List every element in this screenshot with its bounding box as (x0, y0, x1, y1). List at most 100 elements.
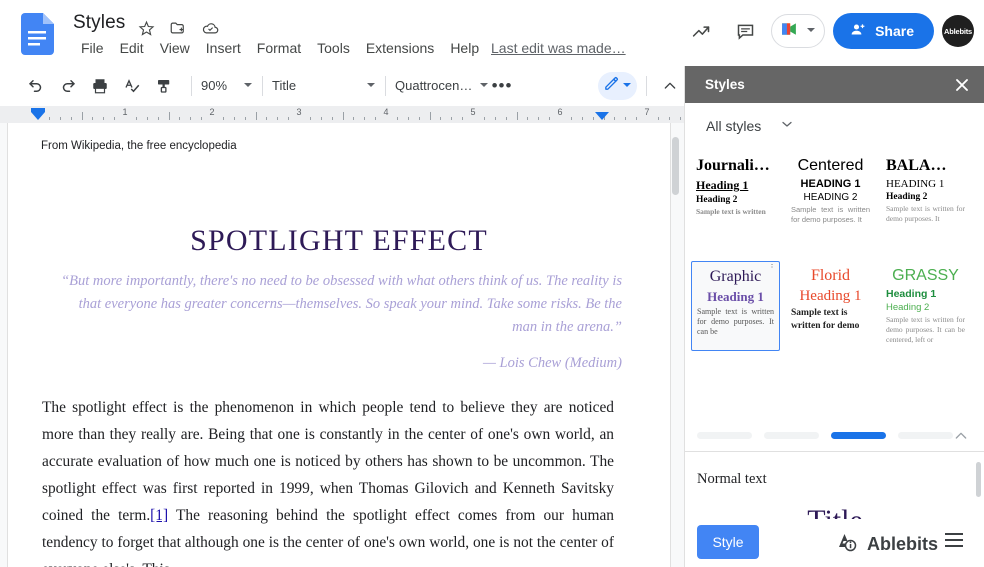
menu-item-file[interactable]: File (73, 38, 112, 58)
style-card[interactable]: Centered HEADING 1 HEADING 2 Sample text is… (786, 151, 875, 241)
chevron-down-icon (366, 77, 376, 95)
menu-item-insert[interactable]: Insert (198, 38, 249, 58)
google-meet-button[interactable] (771, 14, 826, 48)
document-vertical-scrollbar[interactable] (672, 137, 679, 195)
share-button[interactable]: Share (833, 13, 934, 49)
style-card-heading1: Heading 1 (696, 178, 749, 192)
ruler-tick (429, 112, 431, 120)
style-card-name: Florid (810, 267, 851, 284)
style-card-name: Centered (797, 157, 864, 174)
toolbar: 90% Title Quattrocen… ••• (0, 66, 684, 106)
hamburger-icon[interactable] (945, 533, 963, 551)
menu-item-tools[interactable]: Tools (309, 38, 358, 58)
ruler-tick (505, 117, 507, 120)
paint-format-icon[interactable] (150, 72, 178, 100)
ruler-tick (668, 117, 670, 120)
chevron-down-icon (781, 117, 793, 135)
pager-dot[interactable] (697, 432, 752, 439)
pager-dot[interactable] (898, 432, 953, 439)
style-card-sample-text: Sample text is written for demo purposes… (791, 205, 870, 224)
ruler-tick (592, 117, 594, 120)
ruler-tick (494, 117, 496, 120)
ruler-tick (201, 117, 203, 120)
ruler-number: 6 (557, 107, 563, 117)
document-scroll-area: From Wikipedia, the free encyclopedia SP… (0, 123, 684, 567)
menu-item-format[interactable]: Format (249, 38, 309, 58)
menu-item-edit[interactable]: Edit (112, 38, 152, 58)
left-indent-marker[interactable] (31, 112, 45, 120)
citation-link[interactable]: [1] (150, 507, 168, 524)
preview-vertical-scrollbar[interactable] (976, 462, 981, 497)
menu-item-view[interactable]: View (152, 38, 198, 58)
pager-dot[interactable] (831, 432, 886, 439)
font-selector[interactable]: Quattrocen… (395, 77, 489, 95)
ruler-tick (407, 117, 409, 120)
zoom-value: 90% (201, 78, 228, 93)
ablebits-logo-icon (836, 531, 860, 558)
pager-dot[interactable] (764, 432, 819, 439)
right-indent-marker[interactable] (595, 112, 609, 120)
toolbar-divider (262, 75, 263, 96)
menu-item-extensions[interactable]: Extensions (358, 38, 442, 58)
pager-collapse-icon[interactable] (953, 428, 969, 449)
body-paragraph: The spotlight effect is the phenomenon i… (42, 394, 614, 567)
ruler-tick (244, 117, 246, 120)
pull-quote: “But more importantly, there's no need t… (61, 273, 622, 335)
ruler-tick (483, 117, 485, 120)
document-title[interactable]: Styles (73, 12, 125, 34)
redo-icon[interactable] (54, 72, 82, 100)
editing-mode-button[interactable] (598, 71, 637, 100)
spell-check-icon[interactable] (118, 72, 146, 100)
ruler-tick (353, 117, 355, 120)
move-to-folder-icon[interactable] (168, 18, 188, 38)
cloud-saved-icon[interactable] (200, 18, 220, 38)
first-line-indent-marker[interactable] (31, 108, 45, 112)
style-card[interactable]: ⋮ Graphic Heading 1 Sample text is written … (691, 261, 780, 351)
paragraph-style-value: Title (272, 78, 297, 93)
style-cards-grid: Journali… Heading 1 Heading 2 Sample text i… (685, 151, 984, 419)
trending-up-icon[interactable] (683, 13, 719, 49)
print-icon[interactable] (86, 72, 114, 100)
more-options-button[interactable]: ••• (489, 73, 515, 99)
avatar[interactable]: Ablebits (942, 15, 974, 47)
undo-icon[interactable] (22, 72, 50, 100)
ruler-tick (92, 117, 94, 120)
ruler[interactable]: 1 2 3 4 5 6 7 (0, 106, 684, 123)
ruler-tick (168, 112, 170, 120)
collapse-menus-button[interactable] (656, 72, 684, 100)
style-card-name: BALA… (886, 157, 947, 174)
ruler-tick (222, 117, 224, 120)
ruler-tick (451, 117, 453, 120)
panel-title: Styles (705, 77, 745, 92)
style-card[interactable]: BALA… HEADING 1 Heading 2 Sample text is wr… (881, 151, 970, 241)
ruler-number: 2 (209, 107, 215, 117)
zoom-selector[interactable]: 90% (201, 77, 253, 95)
style-card[interactable]: Journali… Heading 1 Heading 2 Sample text i… (691, 151, 780, 241)
star-icon[interactable] (136, 18, 156, 38)
ruler-tick (342, 112, 344, 120)
paragraph-style-selector[interactable]: Title (272, 77, 376, 95)
menu-item-help[interactable]: Help (442, 38, 487, 58)
ruler-tick (103, 117, 105, 120)
card-more-icon[interactable]: ⋮ (768, 262, 776, 269)
apply-style-button[interactable]: Style (697, 525, 759, 559)
style-pager (685, 421, 984, 451)
ruler-tick (440, 117, 442, 120)
styles-panel: Styles All styles Journali… Heading 1 Head… (684, 66, 984, 567)
style-card-heading2: HEADING 2 (803, 192, 858, 203)
last-edit-link[interactable]: Last edit was made… (491, 40, 626, 56)
ruler-tick (190, 117, 192, 120)
style-card[interactable]: Florid Heading 1 Sample text is written fo… (786, 261, 875, 351)
google-meet-icon (778, 19, 804, 44)
ruler-tick (549, 117, 551, 120)
comment-icon[interactable] (727, 13, 763, 49)
document-page[interactable]: From Wikipedia, the free encyclopedia SP… (8, 123, 670, 567)
ruler-tick (462, 117, 464, 120)
close-icon[interactable] (952, 75, 972, 95)
style-card[interactable]: GRASSY Heading 1 Heading 2 Sample text is w… (881, 261, 970, 351)
style-card-heading1: Heading 1 (799, 288, 862, 304)
style-filter-selector[interactable]: All styles (706, 117, 793, 135)
ruler-tick (266, 117, 268, 120)
ruler-tick (375, 117, 377, 120)
ablebits-brand[interactable]: Ablebits (836, 531, 938, 558)
